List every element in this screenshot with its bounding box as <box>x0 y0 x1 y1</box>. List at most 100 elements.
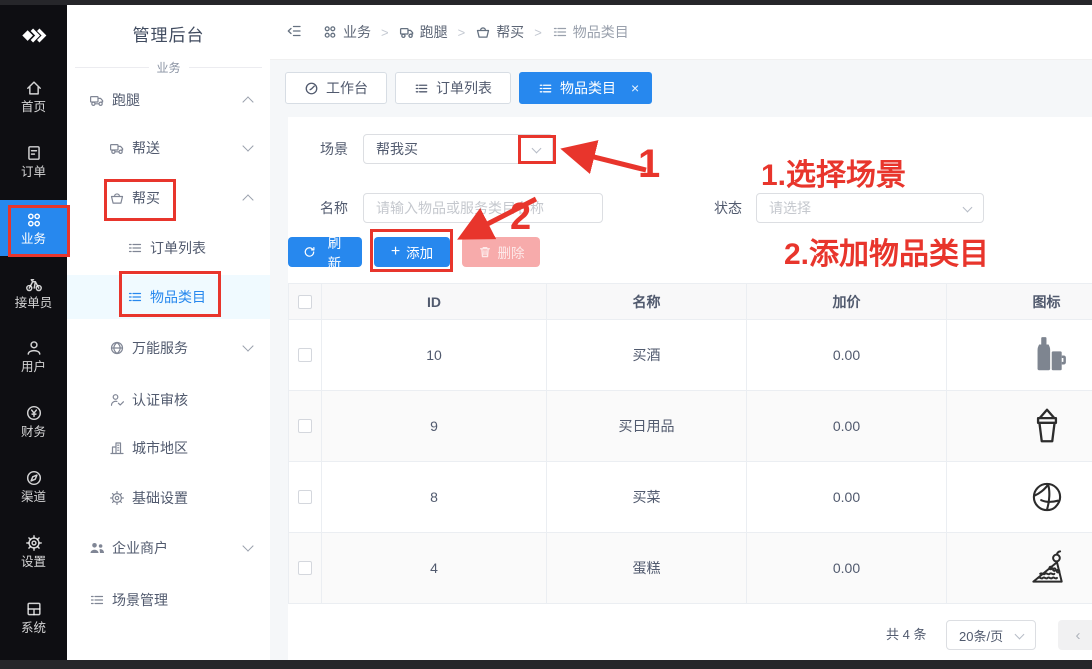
rail-item-business[interactable]: 业务 <box>0 200 67 256</box>
breadcrumb-separator: > <box>381 25 389 40</box>
rail-item-label: 设置 <box>21 556 46 569</box>
cell-icon <box>947 391 1092 462</box>
sidebar-item-scene-management[interactable]: 场景管理 <box>67 578 270 622</box>
sidebar-item-label: 帮买 <box>132 188 160 208</box>
select-all-checkbox[interactable] <box>298 295 312 309</box>
refresh-button[interactable]: 刷新 <box>288 237 362 267</box>
sidebar-fold-icon[interactable] <box>286 23 304 41</box>
chevron-down-icon <box>1015 630 1025 640</box>
cell-id: 4 <box>322 533 547 604</box>
sidebar-item-certification-review[interactable]: 认证审核 <box>67 378 270 422</box>
sidebar-item-enterprise-merchants[interactable]: 企业商户 <box>67 526 270 570</box>
delete-button[interactable]: 删除 <box>462 237 540 267</box>
rail-item-system[interactable]: 系统 <box>0 589 67 645</box>
cell-icon <box>947 533 1092 604</box>
rail-item-couriers[interactable]: 接单员 <box>0 264 67 320</box>
page-size-select[interactable]: 20条/页 <box>946 620 1036 650</box>
rail-item-channels[interactable]: 渠道 <box>0 458 67 514</box>
column-header-id: ID <box>322 284 547 320</box>
app-logo-icon[interactable] <box>0 17 67 53</box>
sidebar-item-paotui[interactable]: 跑腿 <box>67 78 270 122</box>
breadcrumb-separator: > <box>534 25 542 40</box>
list-icon <box>127 240 143 256</box>
add-button[interactable]: + 添加 <box>374 237 450 267</box>
breadcrumb-item-business[interactable]: 业务 <box>322 22 371 42</box>
pagination: 共 4 条 20条/页 ‹ <box>288 620 1092 650</box>
gear-icon <box>109 490 125 506</box>
rail-item-orders[interactable]: 订单 <box>0 133 67 189</box>
table-header-row: ID 名称 加价 图标 <box>289 284 1092 320</box>
rail-item-label: 首页 <box>21 101 46 114</box>
scooter-icon <box>89 92 105 108</box>
chevron-down-icon <box>532 144 542 154</box>
sidebar-item-label: 万能服务 <box>132 338 188 358</box>
rail-item-label: 渠道 <box>21 491 46 504</box>
breadcrumb-item-bangmai[interactable]: 帮买 <box>475 22 524 42</box>
chevron-up-icon <box>242 194 253 205</box>
window-frame-bottom <box>0 660 1092 669</box>
table-row: 9 买日用品 0.00 <box>289 391 1092 462</box>
scene-select-value: 帮我买 <box>376 139 418 159</box>
row-checkbox[interactable] <box>298 490 312 504</box>
apps-icon <box>25 211 43 229</box>
cake-slice-icon <box>1026 547 1068 589</box>
tab-close-icon[interactable]: × <box>631 80 639 96</box>
rail-item-home[interactable]: 首页 <box>0 68 67 124</box>
order-icon <box>25 144 43 162</box>
list-icon <box>414 81 429 96</box>
sidebar-item-basic-settings[interactable]: 基础设置 <box>67 476 270 520</box>
rail-item-users[interactable]: 用户 <box>0 328 67 384</box>
open-tabs-bar: 工作台 订单列表 物品类目 × <box>285 72 652 104</box>
shopping-basket-icon <box>1026 405 1068 447</box>
row-checkbox[interactable] <box>298 561 312 575</box>
sidebar-item-city-regions[interactable]: 城市地区 <box>67 426 270 470</box>
table-row: 10 买酒 0.00 <box>289 320 1092 391</box>
list-icon <box>538 81 553 96</box>
sidebar-item-universal-services[interactable]: 万能服务 <box>67 326 270 370</box>
tab-workbench[interactable]: 工作台 <box>285 72 387 104</box>
sidebar-item-bangsong[interactable]: 帮送 <box>67 126 270 170</box>
name-filter-input[interactable] <box>363 193 603 223</box>
sidebar-item-label: 跑腿 <box>112 90 140 110</box>
breadcrumb-item-paotui[interactable]: 跑腿 <box>399 22 448 42</box>
sidebar-item-label: 认证审核 <box>132 390 188 410</box>
scene-icon <box>89 592 105 608</box>
sidebar-item-label: 城市地区 <box>132 438 188 458</box>
cell-name: 买日用品 <box>547 391 747 462</box>
chevron-down-icon <box>242 340 253 351</box>
sidebar-item-label: 物品类目 <box>150 287 206 307</box>
column-header-icon: 图标 <box>947 284 1092 320</box>
verify-icon <box>109 392 125 408</box>
tab-order-list[interactable]: 订单列表 <box>395 72 511 104</box>
refresh-icon <box>303 245 316 259</box>
row-checkbox[interactable] <box>298 419 312 433</box>
cell-id: 10 <box>322 320 547 391</box>
categories-table: ID 名称 加价 图标 10 买酒 0.00 <box>288 283 1092 604</box>
row-checkbox[interactable] <box>298 348 312 362</box>
rail-item-label: 订单 <box>21 166 46 179</box>
main-content: 业务 > 跑腿 > 帮买 > 物品类目 <box>270 5 1092 660</box>
pagination-total: 共 4 条 <box>886 620 926 650</box>
breadcrumb-bar: 业务 > 跑腿 > 帮买 > 物品类目 <box>270 5 1092 60</box>
chevron-left-icon: ‹ <box>1076 627 1081 644</box>
sidebar-item-item-categories[interactable]: 物品类目 <box>67 275 270 319</box>
rail-item-label: 用户 <box>21 361 46 374</box>
status-select[interactable]: 请选择 <box>756 193 984 223</box>
delivery-icon <box>109 140 125 156</box>
user-icon <box>25 339 43 357</box>
scene-select[interactable]: 帮我买 <box>363 134 553 164</box>
sidebar-item-bangmai[interactable]: 帮买 <box>67 176 270 220</box>
cell-name: 买菜 <box>547 462 747 533</box>
rail-item-settings[interactable]: 设置 <box>0 523 67 579</box>
rail-item-label: 财务 <box>21 426 46 439</box>
table-row: 8 买菜 0.00 <box>289 462 1092 533</box>
scene-filter-label: 场景 <box>292 134 348 164</box>
pagination-prev-button[interactable]: ‹ <box>1058 620 1092 650</box>
status-select-placeholder: 请选择 <box>769 198 811 218</box>
finance-icon <box>25 404 43 422</box>
chevron-down-icon <box>963 203 973 213</box>
tab-item-categories[interactable]: 物品类目 × <box>519 72 652 104</box>
sidebar-item-order-list[interactable]: 订单列表 <box>67 226 270 270</box>
rail-item-finance[interactable]: 财务 <box>0 393 67 449</box>
scooter-icon <box>399 24 415 40</box>
